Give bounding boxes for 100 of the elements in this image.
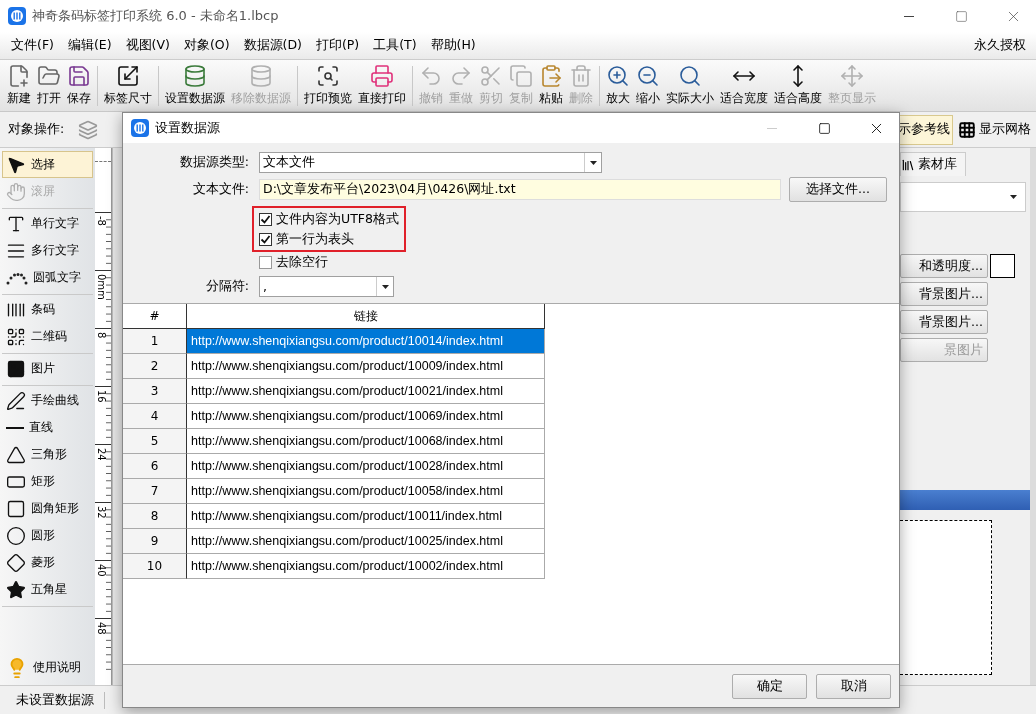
- field-label: 数据源类型:: [178, 154, 249, 171]
- tool-item[interactable]: 五角星: [2, 576, 93, 603]
- ruler-label: -8: [96, 216, 107, 226]
- paste-icon: [539, 64, 563, 88]
- toolbar-button[interactable]: 标签尺寸: [101, 62, 155, 109]
- view-toggle[interactable]: 显示网格: [955, 114, 1034, 145]
- status-text: 未设置数据源: [0, 691, 105, 709]
- toolbar-button[interactable]: 粘贴: [536, 62, 566, 109]
- help-item[interactable]: 使用说明: [2, 654, 93, 681]
- checkbox-option[interactable]: 文件内容为UTF8格式: [259, 209, 399, 229]
- rounded-rectangle-icon: [6, 498, 26, 519]
- menu-item[interactable]: 工具(T): [366, 37, 424, 54]
- menu-item[interactable]: 帮助(H): [423, 37, 483, 54]
- ok-button[interactable]: 确定: [732, 673, 807, 699]
- menu-item[interactable]: 文件(F): [4, 37, 61, 54]
- license-menu-item[interactable]: 永久授权: [974, 37, 1032, 54]
- tool-item[interactable]: 矩形: [2, 468, 93, 495]
- menu-item[interactable]: 编辑(E): [60, 37, 119, 54]
- checkbox[interactable]: [259, 232, 272, 246]
- table-cell[interactable]: http://www.shenqixiangsu.com/product/10009/index.html: [187, 354, 545, 379]
- cancel-button[interactable]: 取消: [816, 673, 891, 699]
- tool-item[interactable]: 条码: [2, 296, 93, 323]
- menu-item[interactable]: 数据源(D): [236, 37, 309, 54]
- table-cell[interactable]: http://www.shenqixiangsu.com/product/10014/index.html: [187, 329, 545, 354]
- caret-icon: [1010, 195, 1017, 199]
- folder-icon: [37, 64, 61, 88]
- tool-item[interactable]: 二维码: [2, 323, 93, 350]
- zoom-out-icon: [636, 64, 660, 88]
- toolbar-button[interactable]: 实际大小: [663, 62, 717, 109]
- tool-item[interactable]: 直线: [2, 414, 93, 441]
- table-cell[interactable]: http://www.shenqixiangsu.com/product/10069/index.html: [187, 404, 545, 429]
- tool-item[interactable]: 圆角矩形: [2, 495, 93, 522]
- menu-item[interactable]: 视图(V): [118, 37, 177, 54]
- row-number: 1: [123, 329, 187, 354]
- checkbox-option[interactable]: 第一行为表头: [259, 229, 399, 249]
- toolbar-button[interactable]: 新建: [4, 62, 34, 109]
- browse-button[interactable]: 选择文件...: [789, 177, 887, 202]
- color-swatch[interactable]: [990, 254, 1015, 278]
- maximize-icon: [954, 9, 968, 23]
- panel-button[interactable]: 和透明度...: [900, 254, 988, 278]
- four-arrows-icon: [840, 64, 864, 88]
- line-icon: [6, 426, 24, 429]
- field-label: 分隔符:: [204, 278, 249, 295]
- search-icon: [678, 64, 702, 88]
- minimize-icon: [767, 127, 777, 129]
- tool-item[interactable]: 多行文字: [2, 237, 93, 264]
- type-dropdown[interactable]: 文本文件: [259, 152, 602, 173]
- tool-item[interactable]: 图片: [2, 355, 93, 382]
- toolbar-button[interactable]: 适合高度: [771, 62, 825, 109]
- table-cell[interactable]: http://www.shenqixiangsu.com/product/10058/index.html: [187, 479, 545, 504]
- tool-item[interactable]: 圆形: [2, 522, 93, 549]
- caret-icon: [589, 160, 597, 165]
- menu-item[interactable]: 打印(P): [308, 37, 367, 54]
- column-header[interactable]: 链接: [187, 304, 545, 329]
- separator-dropdown[interactable]: ,: [259, 276, 394, 297]
- trash-icon: [569, 64, 593, 88]
- toolbar-button[interactable]: 设置数据源: [162, 62, 228, 109]
- table-cell[interactable]: http://www.shenqixiangsu.com/product/10025/index.html: [187, 529, 545, 554]
- tool-item[interactable]: 手绘曲线: [2, 387, 93, 414]
- table-cell[interactable]: http://www.shenqixiangsu.com/product/10068/index.html: [187, 429, 545, 454]
- material-library-tab[interactable]: 素材库: [900, 152, 966, 176]
- tool-item[interactable]: 单行文字: [2, 210, 93, 237]
- checkbox-option[interactable]: 去除空行: [259, 252, 884, 272]
- row-number: 9: [123, 529, 187, 554]
- menu-item[interactable]: 对象(O): [176, 37, 237, 54]
- toolbar-button[interactable]: 适合宽度: [717, 62, 771, 109]
- redo-icon: [449, 64, 473, 88]
- panel-button[interactable]: 背景图片...: [900, 310, 988, 334]
- ruler-label: 24: [96, 448, 107, 461]
- database-icon: [183, 64, 207, 88]
- column-header[interactable]: #: [123, 304, 187, 329]
- row-number: 7: [123, 479, 187, 504]
- table-cell[interactable]: http://www.shenqixiangsu.com/product/10002/index.html: [187, 554, 545, 579]
- tool-item[interactable]: 菱形: [2, 549, 93, 576]
- table-cell[interactable]: http://www.shenqixiangsu.com/product/10028/index.html: [187, 454, 545, 479]
- checkbox[interactable]: [259, 212, 272, 226]
- panel-button[interactable]: 背景图片...: [900, 282, 988, 306]
- row-number: 3: [123, 379, 187, 404]
- toolbar-button[interactable]: 打开: [34, 62, 64, 109]
- tool-item[interactable]: 三角形: [2, 441, 93, 468]
- printer-icon: [370, 64, 394, 88]
- toolbar-button[interactable]: 缩小: [633, 62, 663, 109]
- table-cell[interactable]: http://www.shenqixiangsu.com/product/10021/index.html: [187, 379, 545, 404]
- save-icon: [67, 64, 91, 88]
- toolbar-button[interactable]: 直接打印: [355, 62, 409, 109]
- table-cell[interactable]: http://www.shenqixiangsu.com/product/10011/index.html: [187, 504, 545, 529]
- ruler-label: 48: [96, 622, 107, 635]
- tool-item[interactable]: 选择: [2, 151, 93, 178]
- file-path-field[interactable]: D:\文章发布平台\2023\04月\0426\网址.txt: [259, 179, 781, 200]
- toolbar-button[interactable]: 保存: [64, 62, 94, 109]
- tool-item[interactable]: 圆弧文字: [2, 264, 93, 291]
- checkbox[interactable]: [259, 255, 272, 269]
- resize-icon: [116, 64, 140, 88]
- dialog-title: 设置数据源: [155, 119, 221, 137]
- ruler-label: 32: [96, 506, 107, 519]
- star-icon: [6, 579, 26, 600]
- layers-icon[interactable]: [78, 119, 99, 140]
- toolbar-button[interactable]: 放大: [603, 62, 633, 109]
- hand-icon: [6, 181, 26, 202]
- toolbar-button[interactable]: 打印预览: [301, 62, 355, 109]
